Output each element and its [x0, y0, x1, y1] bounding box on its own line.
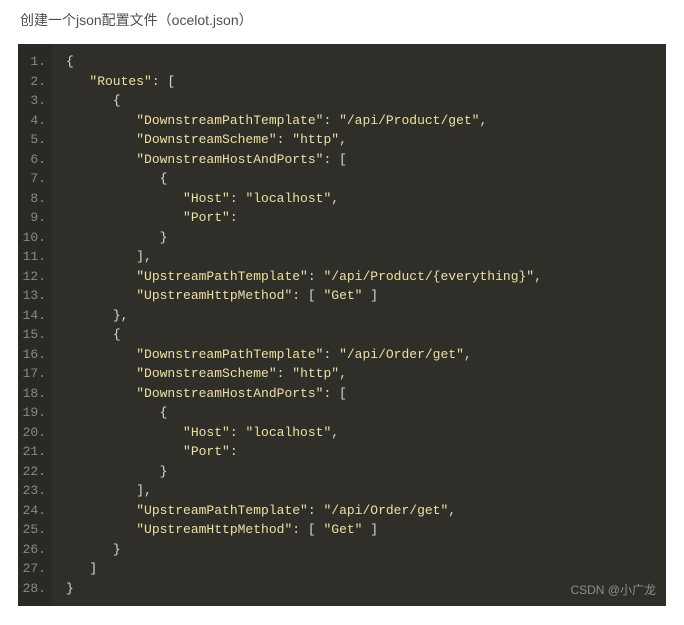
- code-line: "DownstreamPathTemplate": "/api/Product/…: [66, 111, 666, 131]
- code-line: "UpstreamPathTemplate": "/api/Order/get"…: [66, 501, 666, 521]
- line-number: 28.: [18, 579, 52, 599]
- line-number: 11.: [18, 247, 52, 267]
- line-number: 5.: [18, 130, 52, 150]
- code-line: }: [66, 540, 666, 560]
- code-line: ]: [66, 559, 666, 579]
- line-number: 12.: [18, 267, 52, 287]
- code-line: "UpstreamPathTemplate": "/api/Product/{e…: [66, 267, 666, 287]
- code-line: ],: [66, 247, 666, 267]
- line-number-gutter: 1.2.3.4.5.6.7.8.9.10.11.12.13.14.15.16.1…: [18, 44, 52, 606]
- code-line: {: [66, 325, 666, 345]
- code-line: {: [66, 91, 666, 111]
- line-number: 24.: [18, 501, 52, 521]
- code-content[interactable]: { "Routes": [ { "DownstreamPathTemplate"…: [52, 44, 666, 606]
- line-number: 22.: [18, 462, 52, 482]
- line-number: 27.: [18, 559, 52, 579]
- code-line: "DownstreamPathTemplate": "/api/Order/ge…: [66, 345, 666, 365]
- code-line: "UpstreamHttpMethod": [ "Get" ]: [66, 520, 666, 540]
- line-number: 1.: [18, 52, 52, 72]
- line-number: 16.: [18, 345, 52, 365]
- line-number: 2.: [18, 72, 52, 92]
- line-number: 10.: [18, 228, 52, 248]
- code-line: ],: [66, 481, 666, 501]
- code-line: "DownstreamScheme": "http",: [66, 130, 666, 150]
- line-number: 4.: [18, 111, 52, 131]
- code-line: "Host": "localhost",: [66, 423, 666, 443]
- line-number: 20.: [18, 423, 52, 443]
- line-number: 21.: [18, 442, 52, 462]
- code-line: "Host": "localhost",: [66, 189, 666, 209]
- page-title: 创建一个json配置文件（ocelot.json）: [0, 0, 684, 44]
- code-line: {: [66, 52, 666, 72]
- code-line: "Port":: [66, 208, 666, 228]
- line-number: 23.: [18, 481, 52, 501]
- watermark: CSDN @小广龙: [570, 581, 656, 601]
- code-line: "DownstreamScheme": "http",: [66, 364, 666, 384]
- line-number: 15.: [18, 325, 52, 345]
- code-line: {: [66, 403, 666, 423]
- code-line: "UpstreamHttpMethod": [ "Get" ]: [66, 286, 666, 306]
- code-line: "Port":: [66, 442, 666, 462]
- code-line: "DownstreamHostAndPorts": [: [66, 384, 666, 404]
- code-line: },: [66, 306, 666, 326]
- line-number: 26.: [18, 540, 52, 560]
- line-number: 17.: [18, 364, 52, 384]
- line-number: 3.: [18, 91, 52, 111]
- line-number: 14.: [18, 306, 52, 326]
- code-line: {: [66, 169, 666, 189]
- code-line: }: [66, 462, 666, 482]
- line-number: 19.: [18, 403, 52, 423]
- code-line: "DownstreamHostAndPorts": [: [66, 150, 666, 170]
- line-number: 6.: [18, 150, 52, 170]
- line-number: 7.: [18, 169, 52, 189]
- line-number: 18.: [18, 384, 52, 404]
- line-number: 25.: [18, 520, 52, 540]
- line-number: 9.: [18, 208, 52, 228]
- line-number: 13.: [18, 286, 52, 306]
- line-number: 8.: [18, 189, 52, 209]
- code-line: }: [66, 228, 666, 248]
- code-line: "Routes": [: [66, 72, 666, 92]
- code-block: 1.2.3.4.5.6.7.8.9.10.11.12.13.14.15.16.1…: [18, 44, 666, 606]
